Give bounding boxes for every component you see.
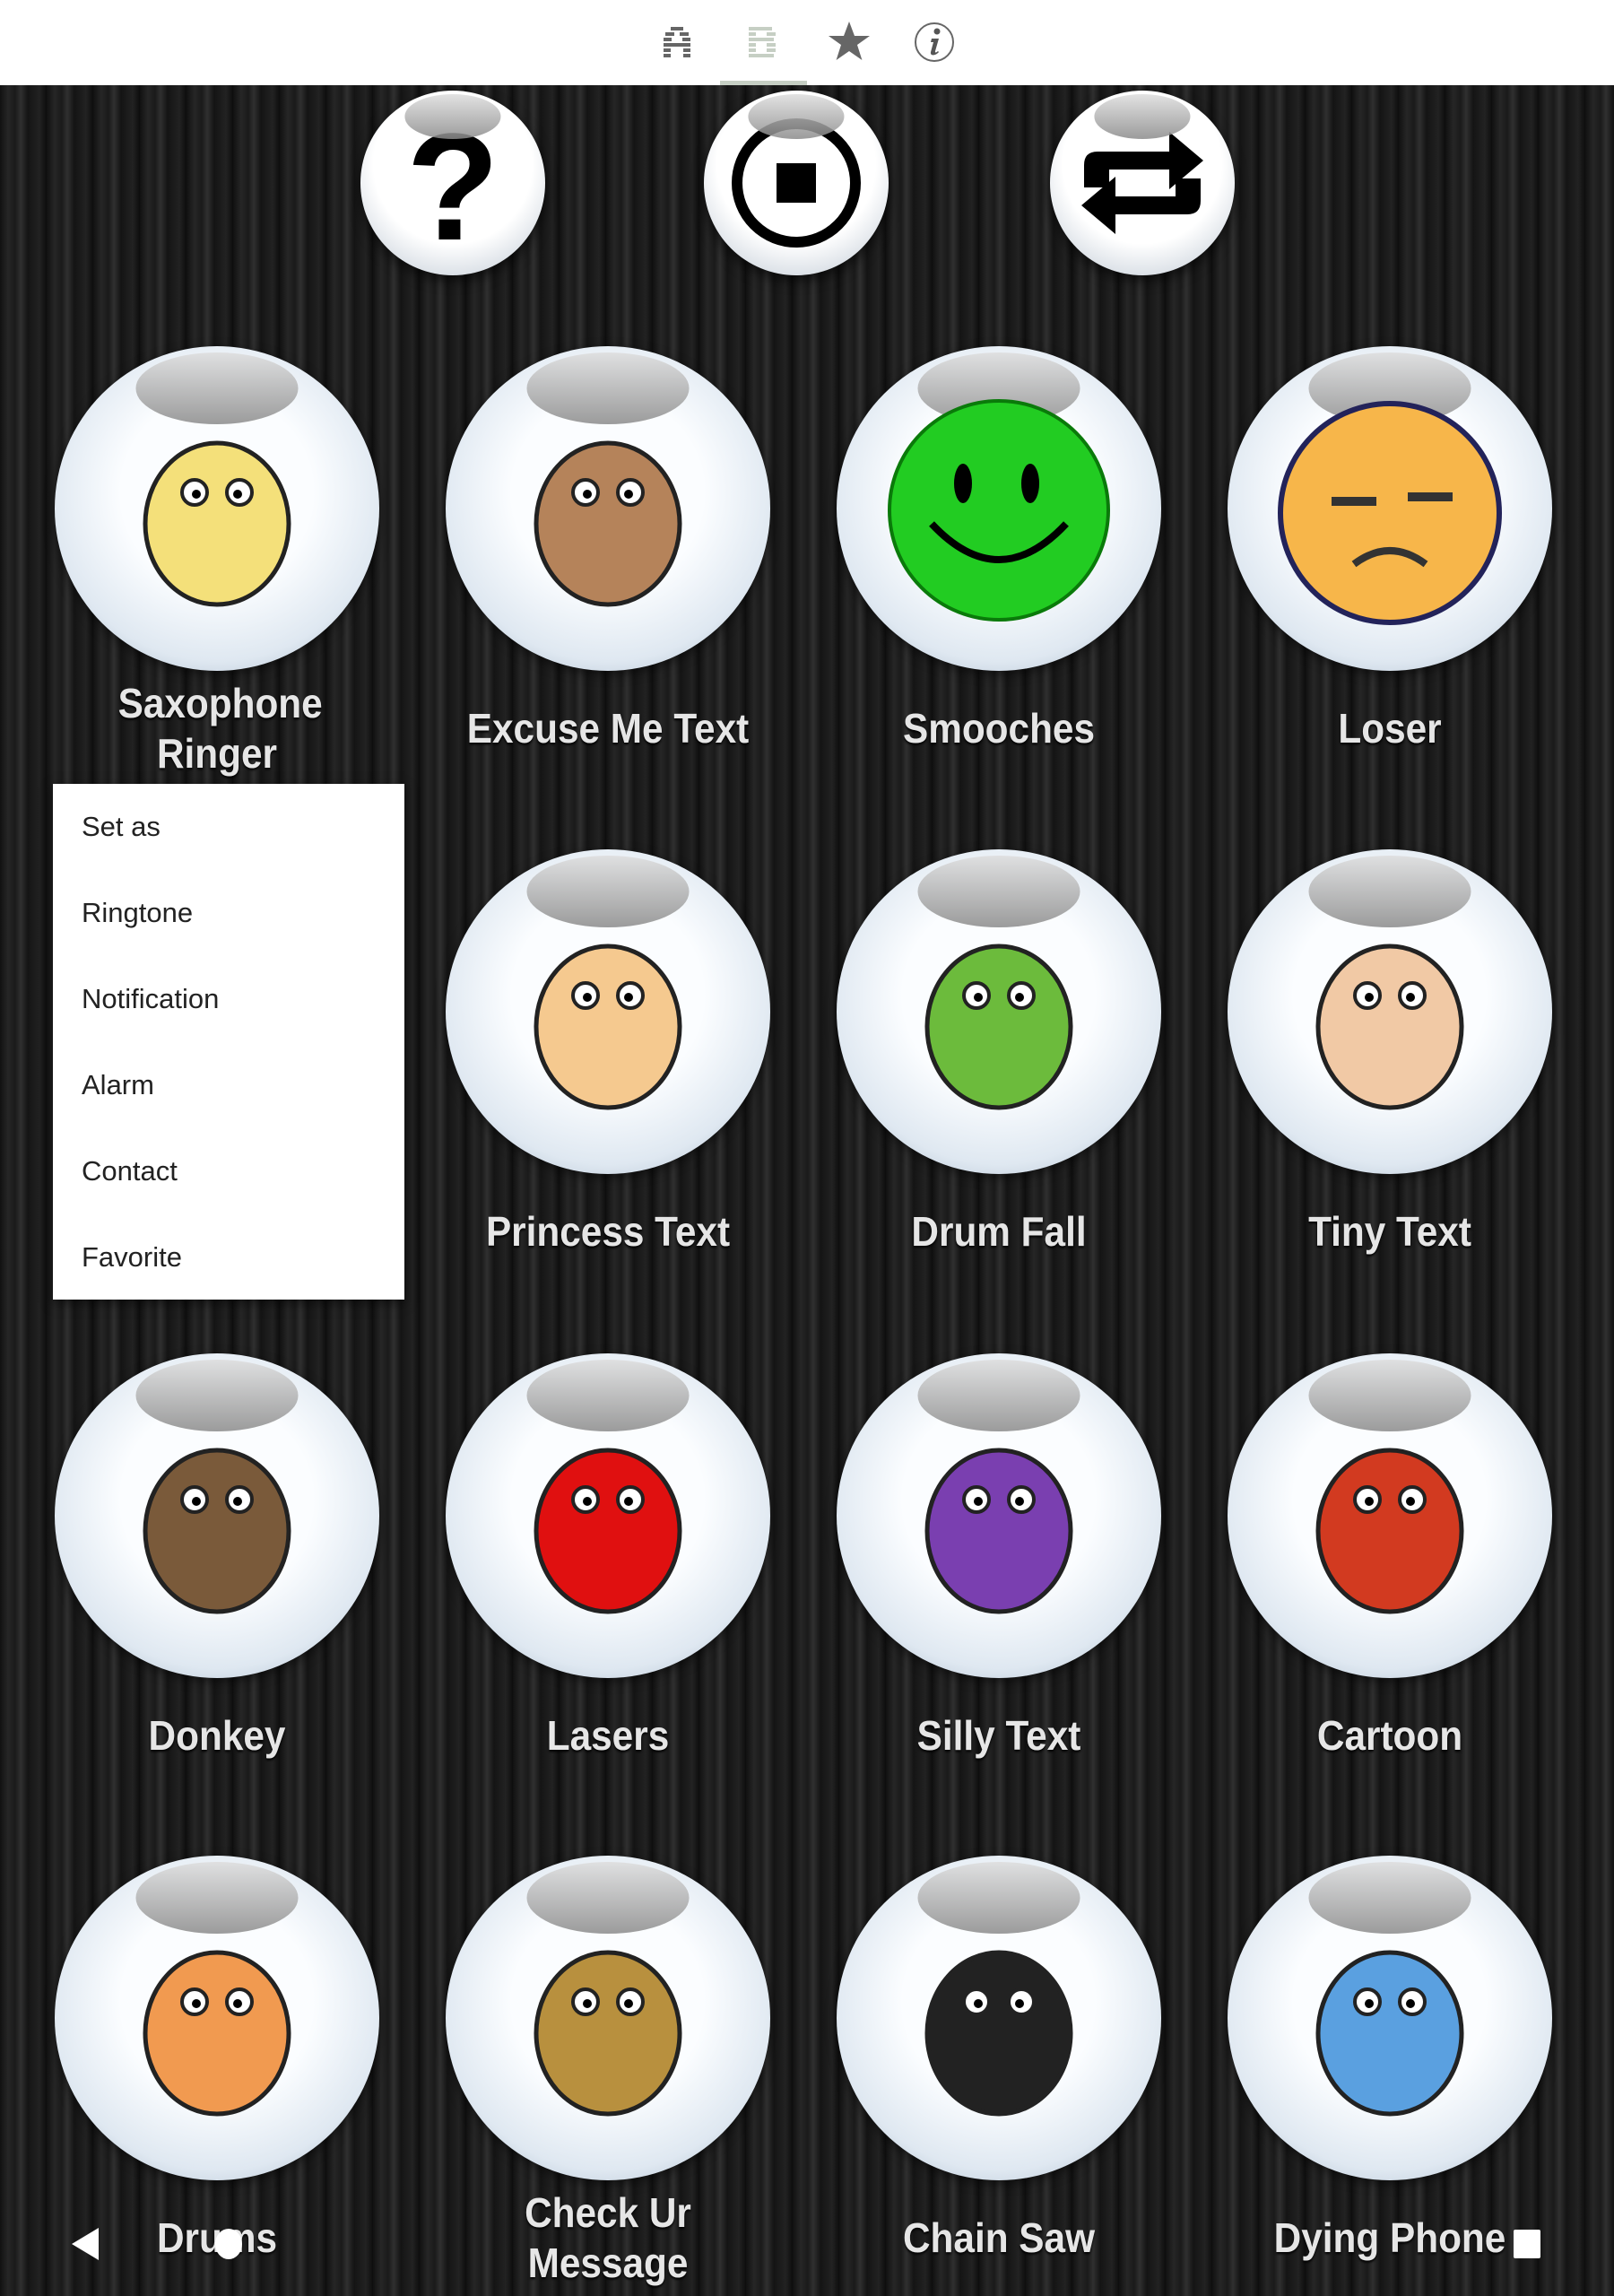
sound-label: Tiny Text bbox=[1308, 1208, 1471, 1255]
smiley-icon bbox=[888, 399, 1110, 622]
donkey-illustration bbox=[143, 1448, 291, 1614]
lasers-illustration bbox=[534, 1448, 682, 1614]
sound-button-drums[interactable] bbox=[55, 1856, 379, 2180]
sound-button-princess-text[interactable] bbox=[446, 849, 770, 1174]
tab-b[interactable] bbox=[732, 13, 794, 72]
sound-label: Chain Saw bbox=[902, 2214, 1095, 2261]
sound-button-smooches[interactable] bbox=[837, 346, 1161, 671]
princess-text-illustration bbox=[534, 944, 682, 1110]
info-icon bbox=[915, 22, 954, 62]
menu-item-favorite[interactable]: Favorite bbox=[53, 1214, 404, 1300]
silly-text-illustration bbox=[924, 1448, 1073, 1614]
sound-button-tiny-text[interactable] bbox=[1228, 849, 1552, 1174]
stop-button[interactable] bbox=[704, 91, 889, 275]
gloss bbox=[748, 94, 845, 139]
sound-button-excuse-me-text[interactable] bbox=[446, 346, 770, 671]
dying-phone-illustration bbox=[1315, 1950, 1464, 2117]
sound-label: Donkey bbox=[148, 1712, 286, 1759]
sound-label: Loser bbox=[1338, 705, 1442, 752]
context-menu: Set as Ringtone Notification Alarm Conta… bbox=[53, 784, 404, 1300]
menu-item-notification[interactable]: Notification bbox=[53, 956, 404, 1042]
saxophone-ringer-illustration bbox=[143, 440, 291, 607]
selected-tab-indicator bbox=[720, 81, 807, 85]
sound-button-drum-fall[interactable] bbox=[837, 849, 1161, 1174]
excuse-me-text-illustration bbox=[534, 440, 682, 607]
sound-button-chain-saw[interactable] bbox=[837, 1856, 1161, 2180]
sound-button-cartoon[interactable] bbox=[1228, 1353, 1552, 1678]
letter-b-icon bbox=[749, 27, 776, 57]
menu-item-alarm[interactable]: Alarm bbox=[53, 1042, 404, 1128]
tab-favorites[interactable] bbox=[818, 13, 881, 72]
frown-face-icon bbox=[1278, 401, 1502, 626]
menu-item-contact[interactable]: Contact bbox=[53, 1128, 404, 1214]
sound-label: Cartoon bbox=[1316, 1712, 1463, 1759]
tab-a[interactable] bbox=[646, 13, 708, 72]
sound-label: Check Ur Message bbox=[525, 2189, 691, 2286]
sound-button-saxophone-ringer[interactable] bbox=[55, 346, 379, 671]
sound-label: Silly Text bbox=[916, 1712, 1081, 1759]
repeat-button[interactable] bbox=[1050, 91, 1235, 275]
tiny-text-illustration bbox=[1315, 944, 1464, 1110]
check-ur-message-illustration bbox=[534, 1950, 682, 2117]
sound-label: Lasers bbox=[546, 1712, 670, 1759]
sound-label: Saxophone Ringer bbox=[117, 680, 323, 777]
gloss bbox=[1094, 94, 1191, 139]
sound-button-check-ur-message[interactable] bbox=[446, 1856, 770, 2180]
sound-label: Drum Fall bbox=[911, 1208, 1087, 1255]
help-button[interactable]: ? bbox=[360, 91, 545, 275]
tab-info[interactable] bbox=[903, 13, 966, 72]
cartoon-illustration bbox=[1315, 1448, 1464, 1614]
gloss bbox=[404, 94, 501, 139]
menu-item-ringtone[interactable]: Ringtone bbox=[53, 870, 404, 956]
sound-button-silly-text[interactable] bbox=[837, 1353, 1161, 1678]
chain-saw-illustration bbox=[924, 1950, 1073, 2117]
star-icon bbox=[829, 22, 870, 60]
sound-label: Princess Text bbox=[485, 1208, 731, 1255]
home-icon[interactable] bbox=[215, 2229, 242, 2259]
sound-button-lasers[interactable] bbox=[446, 1353, 770, 1678]
sound-label: Smooches bbox=[902, 705, 1096, 752]
recents-icon[interactable] bbox=[1514, 2230, 1540, 2258]
sound-label: Excuse Me Text bbox=[466, 705, 750, 752]
top-tab-bar bbox=[0, 0, 1614, 85]
repeat-icon bbox=[1081, 132, 1203, 234]
drums-illustration bbox=[143, 1950, 291, 2117]
drum-fall-illustration bbox=[924, 944, 1073, 1110]
sound-button-donkey[interactable] bbox=[55, 1353, 379, 1678]
back-icon[interactable] bbox=[70, 2228, 100, 2260]
context-menu-title: Set as bbox=[82, 811, 161, 842]
sound-button-loser[interactable] bbox=[1228, 346, 1552, 671]
sound-button-dying-phone[interactable] bbox=[1228, 1856, 1552, 2180]
letter-a-icon bbox=[664, 27, 690, 57]
sound-label: Dying Phone bbox=[1273, 2214, 1506, 2261]
